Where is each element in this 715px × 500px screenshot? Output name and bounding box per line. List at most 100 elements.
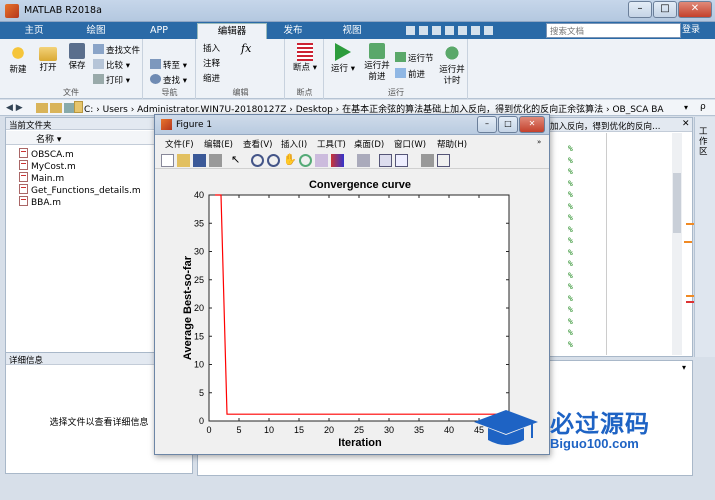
tab-view[interactable]: 视图 <box>324 23 380 39</box>
print-figure-icon[interactable] <box>209 154 222 167</box>
x-tick-label: 35 <box>414 425 424 435</box>
menu-file[interactable]: 文件(F) <box>165 138 194 150</box>
browse-icon[interactable]: ρ <box>700 102 706 112</box>
title-bar: MATLAB R2018a – □ ✕ <box>0 0 715 22</box>
quick-access-toolbar[interactable] <box>404 25 514 37</box>
workspace-label: 工作区 <box>699 127 708 157</box>
run-and-time-button[interactable]: 运行并 计时 <box>436 43 468 87</box>
find-files-button[interactable]: 查找文件 <box>93 44 140 57</box>
menu-insert[interactable]: 插入(I) <box>281 138 307 150</box>
advance-button[interactable]: 前进 <box>395 68 425 81</box>
pan-icon[interactable]: ✋ <box>283 154 297 167</box>
menu-window[interactable]: 窗口(W) <box>394 138 426 150</box>
scrollbar-thumb[interactable] <box>673 173 681 233</box>
tab-apps[interactable]: APP <box>131 23 187 39</box>
x-tick-label: 20 <box>324 425 334 435</box>
save-button[interactable]: 保存 <box>63 43 91 72</box>
editor-tab-title[interactable]: 加入反向，得到优化的反向… <box>550 120 661 132</box>
data-cursor-icon[interactable] <box>315 154 328 167</box>
zoom-out-icon[interactable] <box>267 154 280 167</box>
find-files-icon <box>93 44 104 54</box>
run-advance-icon <box>369 43 385 59</box>
colorbar-icon[interactable] <box>379 154 392 167</box>
figure-title-bar[interactable]: Figure 1 – □ ✕ <box>155 115 549 135</box>
x-axis-label: Iteration <box>338 437 382 449</box>
comment-mark: % <box>568 282 573 291</box>
indent-button[interactable]: 缩进 <box>203 74 220 85</box>
show-plot-tools-icon[interactable] <box>437 154 450 167</box>
compare-icon <box>93 59 104 69</box>
run-group: 运行 ▾ 运行并 前进 运行节 前进 运行并 计时 运行 <box>325 39 468 99</box>
fx-button[interactable]: fx <box>241 43 251 54</box>
tab-publish[interactable]: 发布 <box>268 23 318 39</box>
legend-icon[interactable] <box>395 154 408 167</box>
hide-plot-tools-icon[interactable] <box>421 154 434 167</box>
y-tick-label: 25 <box>194 275 204 285</box>
warning-marker <box>686 295 694 297</box>
comment-mark: % <box>568 201 573 211</box>
save-figure-icon[interactable] <box>193 154 206 167</box>
root-folder-icon <box>74 101 83 113</box>
open-button[interactable]: 打开 <box>34 43 62 74</box>
figure-close-button[interactable]: ✕ <box>519 116 545 133</box>
tab-editor[interactable]: 编辑器 <box>197 23 267 39</box>
nav-back-forward-icon[interactable]: ◀ ▶ <box>6 103 23 113</box>
watermark-cn: 必过源码 <box>550 410 650 438</box>
file-item[interactable]: BBA.m <box>19 196 61 208</box>
plus-icon <box>8 43 28 63</box>
file-item[interactable]: Get_Functions_details.m <box>19 184 141 196</box>
menu-view[interactable]: 查看(V) <box>243 138 272 150</box>
new-button[interactable]: 新建 <box>4 43 32 76</box>
close-icon[interactable]: ✕ <box>682 119 690 129</box>
expand-icon[interactable]: ▾ <box>682 363 686 372</box>
link-plot-icon[interactable] <box>357 154 370 167</box>
workspace-collapsed[interactable]: 工作区 <box>686 117 715 357</box>
run-section-button[interactable]: 运行节 <box>395 52 434 65</box>
menu-help[interactable]: 帮助(H) <box>437 138 467 150</box>
comment-button[interactable]: 注释 <box>203 59 220 70</box>
file-item[interactable]: OBSCA.m <box>19 148 74 160</box>
menu-edit[interactable]: 编辑(E) <box>204 138 233 150</box>
advance-icon <box>395 68 406 78</box>
folder-nav-icons[interactable] <box>36 103 76 113</box>
y-tick-label: 35 <box>194 218 204 228</box>
search-docs-input[interactable] <box>546 23 681 38</box>
breakpoints-button[interactable]: 断点 ▾ <box>290 43 320 74</box>
run-button[interactable]: 运行 ▾ <box>328 43 358 75</box>
maximize-button[interactable]: □ <box>653 1 677 18</box>
close-button[interactable]: ✕ <box>678 1 712 18</box>
file-item[interactable]: Main.m <box>19 172 64 184</box>
x-tick-label: 25 <box>354 425 364 435</box>
new-figure-icon[interactable] <box>161 154 174 167</box>
breakpoints-group-label: 断点 <box>296 88 313 97</box>
insert-button[interactable]: 插入 <box>203 44 220 55</box>
figure-maximize-button[interactable]: □ <box>498 116 518 133</box>
tab-plots[interactable]: 绘图 <box>68 23 124 39</box>
menu-overflow-icon[interactable]: » <box>537 138 541 146</box>
login-link[interactable]: 登录 <box>682 23 712 38</box>
search-icon <box>150 74 161 84</box>
m-file-icon <box>19 184 28 194</box>
minimize-button[interactable]: – <box>628 1 652 18</box>
menu-tools[interactable]: 工具(T) <box>317 138 346 150</box>
brush-icon[interactable] <box>331 154 344 167</box>
open-file-icon[interactable] <box>177 154 190 167</box>
tab-home[interactable]: 主页 <box>6 23 62 39</box>
file-item[interactable]: MyCost.m <box>19 160 76 172</box>
path-dropdown-icon[interactable]: ▾ <box>684 103 688 112</box>
menu-desktop[interactable]: 桌面(D) <box>354 138 384 150</box>
comment-mark: % <box>568 190 573 199</box>
run-advance-button[interactable]: 运行并 前进 <box>359 43 395 83</box>
pointer-icon[interactable]: ↖ <box>231 154 244 167</box>
rotate-icon[interactable] <box>299 154 312 167</box>
find-button[interactable]: 查找 ▾ <box>150 74 187 87</box>
editor-scrollbar[interactable] <box>672 133 692 355</box>
figure-minimize-button[interactable]: – <box>477 116 497 133</box>
goto-button[interactable]: 转至 ▾ <box>150 59 187 72</box>
compare-button[interactable]: 比较 ▾ <box>93 59 130 72</box>
x-tick-label: 30 <box>384 425 394 435</box>
print-button[interactable]: 打印 ▾ <box>93 74 130 87</box>
zoom-in-icon[interactable] <box>251 154 264 167</box>
y-tick-label: 30 <box>194 247 204 257</box>
warning-marker[interactable] <box>684 241 692 243</box>
